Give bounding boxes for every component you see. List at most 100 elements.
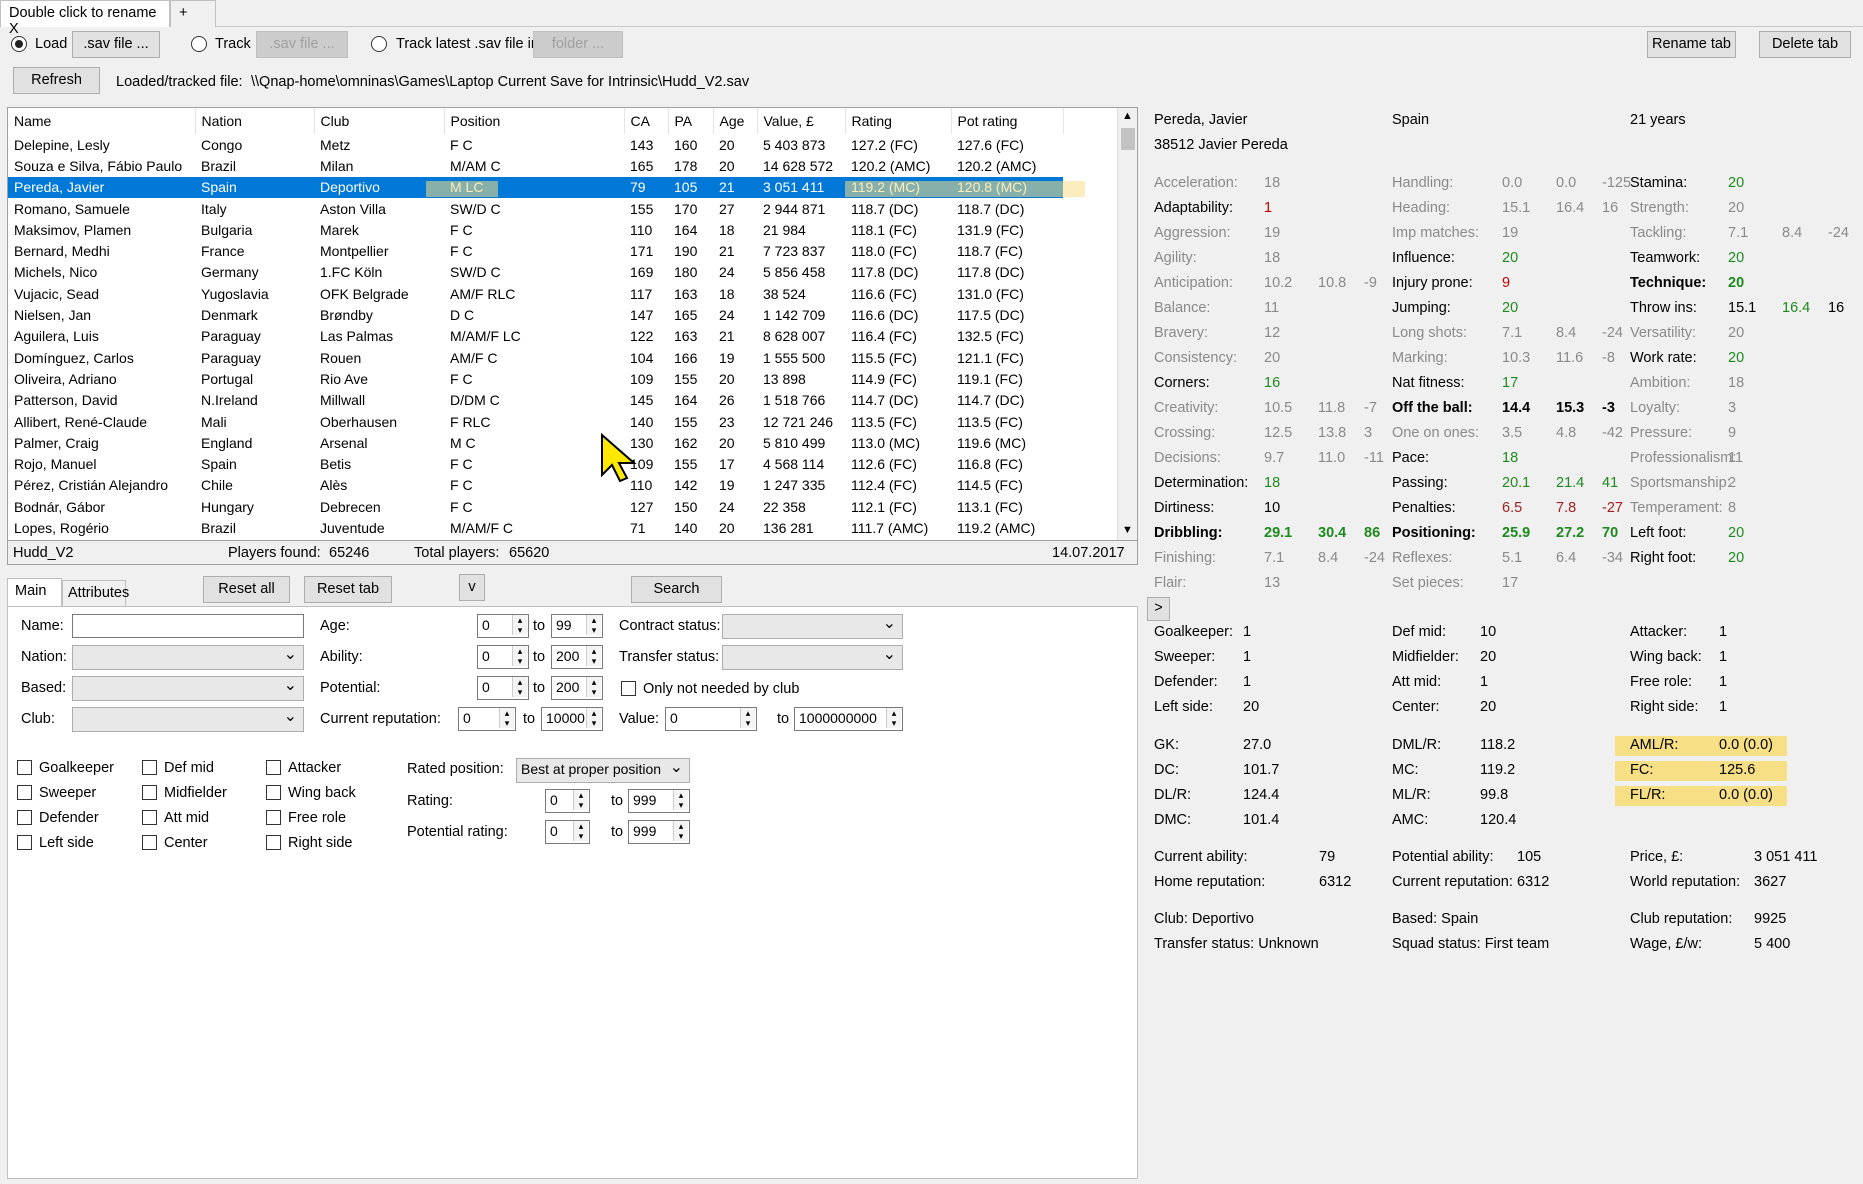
column-header[interactable]: Age	[713, 108, 758, 134]
table-row[interactable]: Domínguez, Carlos Paraguay Rouen AM/F C 104 1…	[8, 347, 1063, 368]
based-select[interactable]	[72, 675, 304, 701]
column-header[interactable]: Nation	[195, 108, 315, 134]
table-row[interactable]: Lopes, Rogério Brazil Juventude M/AM/F C 71 1…	[8, 517, 1063, 538]
expand-button[interactable]: >	[1147, 597, 1170, 621]
table-row[interactable]: Vujacic, Sead Yugoslavia OFK Belgrade AM/F …	[8, 283, 1063, 304]
reset-all-button[interactable]: Reset all	[203, 576, 290, 603]
pot-rating-max-input[interactable]: 999	[628, 820, 690, 844]
value-max-input[interactable]: 1000000000	[794, 707, 903, 731]
summary-label: Squad status: First team	[1392, 936, 1550, 952]
reputation-max-input[interactable]: 10000	[541, 707, 603, 731]
table-row[interactable]: Maksimov, Plamen Bulgaria Marek F C 110 164 18…	[8, 219, 1063, 240]
table-row[interactable]: Patterson, David N.Ireland Millwall D/DM C 1…	[8, 390, 1063, 411]
ability-max-input[interactable]: 200	[551, 645, 603, 669]
table-cell: 180	[674, 264, 698, 281]
position-checkbox[interactable]	[266, 810, 281, 825]
position-checkbox[interactable]	[142, 835, 157, 850]
potential-min-input[interactable]: 0	[477, 676, 529, 700]
table-scrollbar[interactable]: ▲ ▼	[1117, 108, 1137, 540]
search-button[interactable]: Search	[631, 576, 722, 603]
reset-tab-button[interactable]: Reset tab	[304, 576, 392, 603]
column-header[interactable]: Value, £	[757, 108, 846, 134]
table-row[interactable]: Souza e Silva, Fábio Paulo Brazil Milan M/A…	[8, 155, 1063, 176]
table-cell: F RLC	[450, 413, 491, 430]
club-select[interactable]	[72, 706, 304, 732]
table-row[interactable]: Michels, Nico Germany 1.FC Köln SW/D C 169 18…	[8, 262, 1063, 283]
attribute-value: 18	[1264, 250, 1281, 266]
table-row[interactable]: Allibert, René-Claude Mali Oberhausen F RLC…	[8, 411, 1063, 432]
position-checkbox[interactable]	[17, 760, 32, 775]
based-label: Based:	[21, 680, 67, 696]
table-row[interactable]: Rojo, Manuel Spain Betis F C 109 155 17 4 568 1…	[8, 453, 1063, 474]
position-checkbox[interactable]	[17, 810, 32, 825]
tab-filter-attributes[interactable]: Attributes	[62, 580, 129, 606]
table-row[interactable]: Oliveira, Adriano Portugal Rio Ave F C 109 15…	[8, 368, 1063, 389]
rating-min-input[interactable]: 0	[545, 789, 590, 813]
table-cell: Aguilera, Luis	[14, 328, 99, 345]
track-latest-radio[interactable]	[371, 36, 387, 52]
table-cell: Rio Ave	[320, 370, 368, 387]
column-header[interactable]: Pot rating	[951, 108, 1064, 134]
table-row[interactable]: Palmer, Craig England Arsenal M C 130 162 20 5 …	[8, 432, 1063, 453]
table-cell: 165	[674, 307, 698, 324]
table-row[interactable]: Nielsen, Jan Denmark Brøndby D C 147 165 24 1 1…	[8, 304, 1063, 325]
table-row[interactable]: Delepine, Lesly Congo Metz F C 143 160 20 5 403…	[8, 134, 1063, 155]
reputation-min-input[interactable]: 0	[458, 707, 516, 731]
add-tab-button[interactable]: +	[170, 0, 216, 27]
only-not-needed-checkbox[interactable]	[621, 681, 636, 696]
rename-tab-button[interactable]: Rename tab	[1647, 31, 1736, 58]
transfer-status-select[interactable]	[722, 644, 903, 670]
folder-button[interactable]: folder ...	[533, 31, 623, 58]
column-header[interactable]: Club	[314, 108, 445, 134]
track-sav-button[interactable]: .sav file ...	[256, 31, 348, 58]
value-min-input[interactable]: 0	[665, 707, 757, 731]
track-radio[interactable]	[191, 36, 207, 52]
collapse-button[interactable]: v	[459, 574, 485, 601]
rated-position-select[interactable]: Best at proper position	[516, 757, 690, 783]
table-row[interactable]: Romano, Samuele Italy Aston Villa SW/D C 155…	[8, 198, 1063, 219]
table-cell: 140	[674, 519, 698, 536]
table-row[interactable]: Bodnár, Gábor Hungary Debrecen F C 127 150 24 2…	[8, 496, 1063, 517]
scroll-down-icon[interactable]: ▼	[1122, 524, 1133, 536]
ability-min-input[interactable]: 0	[477, 645, 529, 669]
position-checkbox[interactable]	[17, 785, 32, 800]
delete-tab-button[interactable]: Delete tab	[1759, 31, 1851, 58]
position-checkbox[interactable]	[142, 785, 157, 800]
potential-max-input[interactable]: 200	[551, 676, 603, 700]
position-checkbox[interactable]	[142, 760, 157, 775]
attribute-value: -125	[1602, 175, 1632, 191]
position-checkbox[interactable]	[266, 835, 281, 850]
position-checkbox[interactable]	[266, 785, 281, 800]
column-header[interactable]: Rating	[845, 108, 952, 134]
table-cell: Mali	[201, 413, 227, 430]
column-header[interactable]: Name	[8, 108, 196, 134]
position-checkbox[interactable]	[17, 835, 32, 850]
table-cell: F C	[450, 221, 473, 238]
scroll-thumb[interactable]	[1121, 128, 1135, 150]
attribute-value: 29.1	[1264, 525, 1293, 541]
tab-main[interactable]: Double click to rename X	[0, 0, 170, 37]
column-header[interactable]: CA	[624, 108, 669, 134]
scroll-up-icon[interactable]: ▲	[1122, 110, 1133, 122]
tab-filter-main[interactable]: Main	[7, 578, 62, 606]
column-header[interactable]: PA	[668, 108, 714, 134]
load-sav-button[interactable]: .sav file ...	[72, 31, 160, 58]
rating-max-input[interactable]: 999	[628, 789, 690, 813]
table-row[interactable]: Aguilera, Luis Paraguay Las Palmas M/AM/F L…	[8, 326, 1063, 347]
refresh-button[interactable]: Refresh	[13, 67, 100, 94]
nation-select[interactable]	[72, 644, 304, 670]
table-cell: 170	[674, 200, 698, 217]
position-checkbox[interactable]	[266, 760, 281, 775]
age-max-input[interactable]: 99	[551, 614, 603, 638]
contract-status-select[interactable]	[722, 613, 903, 639]
load-radio[interactable]	[11, 36, 27, 52]
table-row[interactable]: Pérez, Cristián Alejandro Chile Alès F C 110…	[8, 475, 1063, 496]
age-min-input[interactable]: 0	[477, 614, 529, 638]
summary-value: 119.2	[1480, 762, 1516, 778]
attribute-label: Pace:	[1392, 450, 1430, 466]
column-header[interactable]: Position	[444, 108, 625, 134]
pot-rating-min-input[interactable]: 0	[545, 820, 590, 844]
position-checkbox[interactable]	[142, 810, 157, 825]
name-input[interactable]	[72, 614, 304, 638]
table-row[interactable]: Bernard, Medhi France Montpellier F C 171 190…	[8, 240, 1063, 261]
